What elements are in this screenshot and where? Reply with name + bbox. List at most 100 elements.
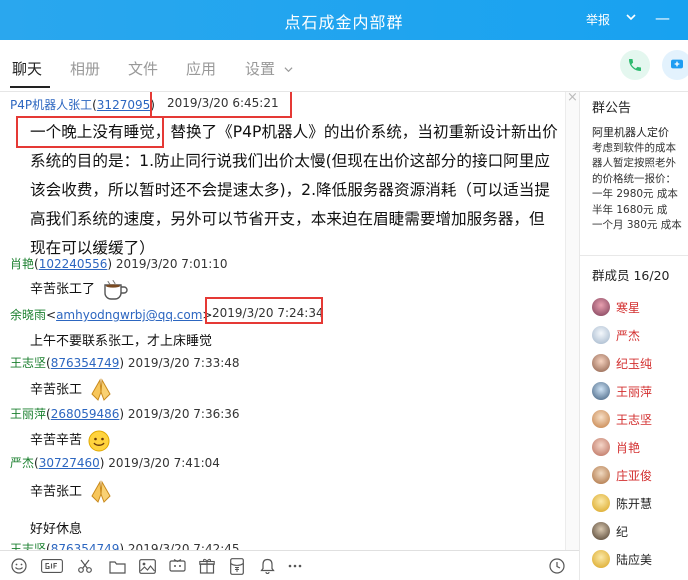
- message-time: 2019/3/20 7:01:10: [115, 257, 228, 271]
- minimize-button[interactable]: —: [655, 9, 670, 27]
- message-text: 好好休息: [30, 522, 83, 537]
- message-text: 辛苦张工: [30, 378, 114, 402]
- avatar: [592, 438, 610, 456]
- sender-name[interactable]: 王志坚: [10, 542, 46, 550]
- message-text-content: 辛苦辛苦: [30, 433, 83, 448]
- message-text-content: 辛苦张工了: [30, 282, 96, 297]
- member-name: 陈开慧: [616, 497, 653, 511]
- sender-name[interactable]: 余晓雨: [10, 308, 46, 322]
- chat-history[interactable]: P4P机器人张工(3127095) 2019/3/20 6:45:21 一个晚上…: [0, 92, 565, 550]
- avatar: [592, 494, 610, 512]
- coffee-icon: [104, 279, 128, 300]
- message-header: P4P机器人张工(3127095): [10, 98, 155, 112]
- message-header: 肖艳(102240556) 2019/3/20 7:01:10: [10, 257, 228, 271]
- avatar: [592, 466, 610, 484]
- member-name: 寒星: [616, 301, 641, 315]
- member-name: 王丽萍: [616, 385, 653, 399]
- red-packet-icon[interactable]: [228, 557, 246, 575]
- smile-emoji-icon: [88, 430, 110, 451]
- input-toolbar: [0, 550, 579, 580]
- sender-account[interactable]: 30727460: [39, 456, 100, 470]
- active-tab-indicator: [10, 86, 50, 88]
- chevron-down-icon: [284, 67, 293, 73]
- message-header: 严杰(30727460) 2019/3/20 7:41:04: [10, 456, 220, 470]
- tab-apps[interactable]: 应用: [186, 58, 216, 79]
- announcement-title: 群公告: [592, 101, 632, 116]
- title-bar: 点石成金内部群 举报 —: [0, 0, 688, 40]
- add-chat-icon: [671, 59, 683, 69]
- tab-chat[interactable]: 聊天: [12, 58, 42, 79]
- message-text-content: 辛苦张工: [30, 382, 83, 398]
- message-text: 上午不要联系张工，才上床睡觉: [30, 334, 213, 349]
- divider: [580, 255, 688, 256]
- member-name: 纪: [616, 525, 629, 539]
- clock-icon[interactable]: [548, 557, 566, 575]
- message-button[interactable]: [662, 50, 688, 80]
- more-icon[interactable]: [286, 557, 304, 575]
- image-icon[interactable]: [138, 557, 156, 575]
- gift-icon[interactable]: [198, 557, 216, 575]
- message-time: 2019/3/20 7:42:45: [127, 542, 240, 550]
- emoji-icon[interactable]: [10, 557, 28, 575]
- sender-name[interactable]: 肖艳: [10, 257, 34, 271]
- sender-account[interactable]: 876354749: [51, 542, 120, 550]
- tab-settings-label: 设置: [245, 60, 276, 78]
- call-button[interactable]: [620, 50, 650, 80]
- message-text: 辛苦张工: [30, 480, 114, 504]
- screen-share-icon[interactable]: [168, 557, 186, 575]
- highlight-box: [205, 297, 323, 324]
- report-button[interactable]: 举报: [586, 11, 610, 28]
- tab-files[interactable]: 文件: [128, 58, 158, 79]
- member-name: 严杰: [616, 329, 641, 343]
- announcement-text[interactable]: 考虑到软件的成本 器人暂定按照老外 的价格统一报价： 一年 2980元 成本 半…: [592, 141, 688, 233]
- message-time: 2019/3/20 7:36:36: [127, 407, 240, 421]
- message-text: 辛苦辛苦: [30, 429, 110, 452]
- tab-bar: 聊天 相册 文件 应用 设置: [0, 40, 688, 92]
- praying-hands-icon: [91, 480, 111, 503]
- highlight-box: [16, 116, 164, 148]
- chevron-down-icon[interactable]: [625, 9, 637, 27]
- member-name: 庄亚俊: [616, 469, 653, 483]
- message-header: 王丽萍(268059486) 2019/3/20 7:36:36: [10, 407, 240, 421]
- members-title: 群成员 16/20: [592, 268, 670, 283]
- sender-account[interactable]: 876354749: [51, 356, 120, 370]
- member-name: 肖艳: [616, 441, 641, 455]
- tab-settings[interactable]: 设置: [245, 58, 293, 79]
- close-icon[interactable]: ×: [567, 90, 578, 105]
- avatar: [592, 354, 610, 372]
- folder-icon[interactable]: [108, 557, 126, 575]
- qq-group-chat-window: 点石成金内部群 举报 — 聊天 相册 文件 应用 设置 P4P机器人张工(312…: [0, 0, 688, 580]
- member-name: 纪玉纯: [616, 357, 653, 371]
- sender-name[interactable]: 严杰: [10, 456, 34, 470]
- gif-icon[interactable]: [40, 557, 64, 575]
- avatar: [592, 550, 610, 568]
- sender-account[interactable]: amhyodngwrbj@qq.com: [56, 308, 202, 322]
- message-text-content: 辛苦张工: [30, 484, 83, 500]
- scissors-icon[interactable]: [76, 557, 94, 575]
- message-text: 辛苦张工了: [30, 278, 129, 301]
- chat-scrollbar[interactable]: ×: [565, 90, 579, 550]
- sender-account[interactable]: 3127095: [97, 98, 150, 112]
- highlight-box: [150, 92, 292, 118]
- group-sidebar: 群公告 阿里机器人定价 考虑到软件的成本 器人暂定按照老外 的价格统一报价： 一…: [579, 92, 688, 580]
- message-header: 余晓雨<amhyodngwrbj@qq.com>: [10, 308, 213, 322]
- message-header: 王志坚(876354749) 2019/3/20 7:33:48: [10, 356, 240, 370]
- avatar: [592, 382, 610, 400]
- avatar: [592, 326, 610, 344]
- sender-name[interactable]: 王丽萍: [10, 407, 46, 421]
- praying-hands-icon: [91, 378, 111, 401]
- announcement-heading[interactable]: 阿里机器人定价: [592, 124, 669, 140]
- group-title: 点石成金内部群: [284, 13, 404, 32]
- sender-account[interactable]: 102240556: [39, 257, 108, 271]
- member-name: 王志坚: [616, 413, 653, 427]
- avatar: [592, 298, 610, 316]
- message-time: 2019/3/20 7:33:48: [127, 356, 240, 370]
- avatar: [592, 410, 610, 428]
- tab-album[interactable]: 相册: [70, 58, 100, 79]
- message-time: 2019/3/20 7:41:04: [108, 456, 220, 470]
- bell-icon[interactable]: [258, 557, 276, 575]
- member-name: 陆应美: [616, 553, 653, 567]
- sender-name[interactable]: P4P机器人张工: [10, 98, 92, 112]
- sender-account[interactable]: 268059486: [51, 407, 120, 421]
- sender-name[interactable]: 王志坚: [10, 356, 46, 370]
